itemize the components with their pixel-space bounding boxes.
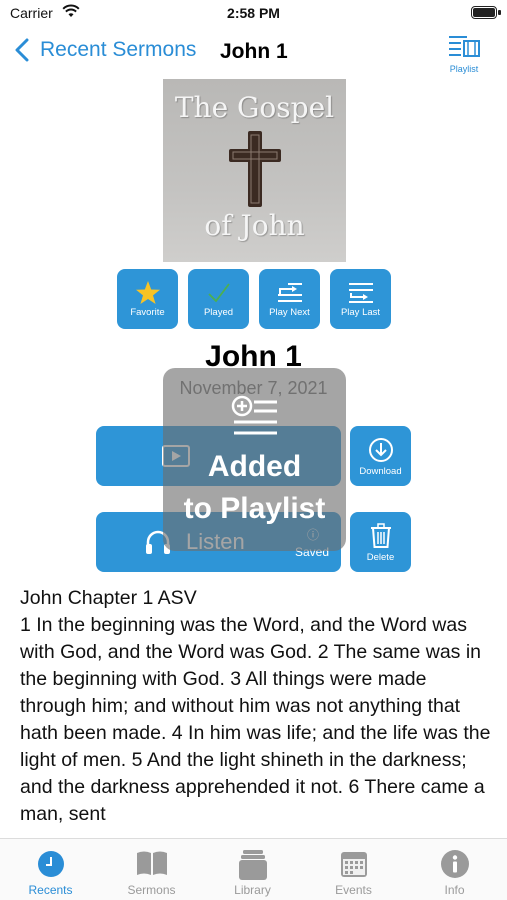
back-button[interactable]: Recent Sermons	[14, 38, 196, 62]
tab-label: Library	[234, 883, 271, 897]
toast-line1: Added	[207, 450, 302, 483]
download-icon	[350, 437, 411, 463]
tab-bar: Recents Sermons Library Events Info	[0, 838, 507, 900]
scripture-heading: John Chapter 1 ASV	[20, 587, 197, 609]
calendar-icon	[303, 849, 404, 879]
sermon-cover-image: The Gospel of John	[163, 79, 346, 262]
play-next-label: Play Next	[269, 307, 310, 318]
book-icon	[101, 849, 202, 877]
chevron-left-icon	[15, 38, 29, 62]
play-next-icon	[259, 279, 320, 307]
play-next-button[interactable]: Play Next	[259, 269, 320, 329]
played-button[interactable]: Played	[188, 269, 249, 329]
play-last-icon	[330, 279, 391, 307]
play-last-label: Play Last	[340, 307, 381, 318]
clock-icon	[0, 849, 101, 879]
nav-bar: Recent Sermons John 1 Playlist	[0, 28, 507, 76]
favorite-button[interactable]: Favorite	[117, 269, 178, 329]
added-to-playlist-toast: Added to Playlist	[163, 368, 346, 551]
battery-icon	[471, 6, 497, 19]
battery-tip	[498, 10, 501, 15]
favorite-label: Favorite	[130, 307, 165, 318]
playlist-label: Playlist	[449, 64, 479, 74]
toast-message: Added to Playlist	[163, 446, 346, 530]
delete-label: Delete	[366, 552, 395, 563]
toast-line2: to Playlist	[183, 492, 326, 525]
played-label: Played	[203, 307, 234, 318]
play-last-button[interactable]: Play Last	[330, 269, 391, 329]
download-label: Download	[359, 466, 402, 477]
cover-title-line2: of John	[204, 209, 305, 242]
tab-label: Recents	[28, 883, 73, 897]
add-to-playlist-icon	[231, 395, 279, 444]
page-title: John 1	[220, 40, 288, 63]
scripture-body: 1 In the beginning was the Word, and the…	[20, 614, 491, 825]
status-bar: Carrier 2:58 PM	[0, 0, 507, 28]
checkmark-icon	[188, 279, 249, 307]
library-icon	[202, 849, 303, 881]
download-button[interactable]: Download	[350, 426, 411, 486]
tab-library[interactable]: Library	[202, 839, 303, 900]
tab-info[interactable]: Info	[404, 839, 505, 900]
scripture-text: John Chapter 1 ASV 1 In the beginning wa…	[20, 585, 495, 831]
status-time: 2:58 PM	[227, 5, 280, 21]
playlist-button[interactable]: Playlist	[445, 34, 483, 74]
tab-events[interactable]: Events	[303, 839, 404, 900]
info-icon	[404, 849, 505, 879]
tab-recents[interactable]: Recents	[0, 839, 101, 900]
star-icon	[117, 279, 178, 307]
tab-sermons[interactable]: Sermons	[101, 839, 202, 900]
tab-label: Sermons	[127, 883, 176, 897]
cross-icon	[229, 131, 281, 207]
trash-icon	[350, 523, 411, 549]
cover-title-line1: The Gospel	[174, 91, 335, 124]
playlist-icon	[449, 36, 480, 57]
back-button-label: Recent Sermons	[40, 38, 197, 61]
tab-label: Info	[444, 883, 465, 897]
tab-label: Events	[335, 883, 372, 897]
delete-button[interactable]: Delete	[350, 512, 411, 572]
